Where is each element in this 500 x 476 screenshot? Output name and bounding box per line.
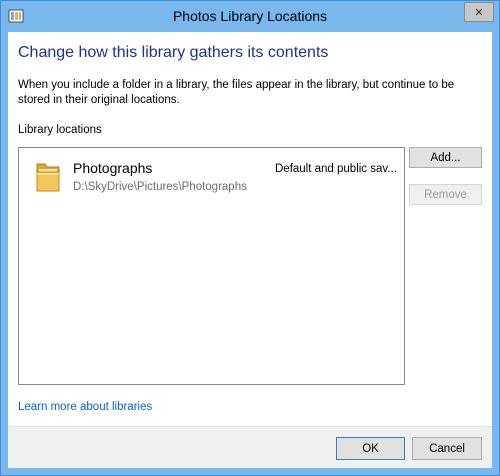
location-path: D:\SkyDrive\Pictures\Photographs xyxy=(73,181,247,193)
learn-more-link[interactable]: Learn more about libraries xyxy=(18,401,152,413)
location-name: Photographs xyxy=(73,160,153,176)
folder-icon xyxy=(36,163,60,192)
title-bar[interactable]: Photos Library Locations ✕ xyxy=(1,1,499,32)
library-locations-list[interactable]: Photographs D:\SkyDrive\Pictures\Photogr… xyxy=(18,147,405,385)
cancel-button[interactable]: Cancel xyxy=(412,437,482,460)
close-icon: ✕ xyxy=(474,6,484,19)
window-title: Photos Library Locations xyxy=(172,8,328,24)
location-status: Default and public sav... xyxy=(275,163,397,175)
library-locations-label: Library locations xyxy=(18,124,102,136)
ok-button[interactable]: OK xyxy=(336,437,405,460)
dialog-description: When you include a folder in a library, … xyxy=(18,79,455,106)
add-button[interactable]: Add... xyxy=(409,147,482,168)
remove-button[interactable]: Remove xyxy=(409,184,482,205)
dialog-window: Photos Library Locations ✕ Change how th… xyxy=(0,0,500,476)
dialog-body: Change how this library gathers its cont… xyxy=(8,32,492,468)
close-button[interactable]: ✕ xyxy=(464,2,494,22)
list-item[interactable]: Photographs D:\SkyDrive\Pictures\Photogr… xyxy=(19,148,404,204)
dialog-heading: Change how this library gathers its cont… xyxy=(18,44,329,61)
